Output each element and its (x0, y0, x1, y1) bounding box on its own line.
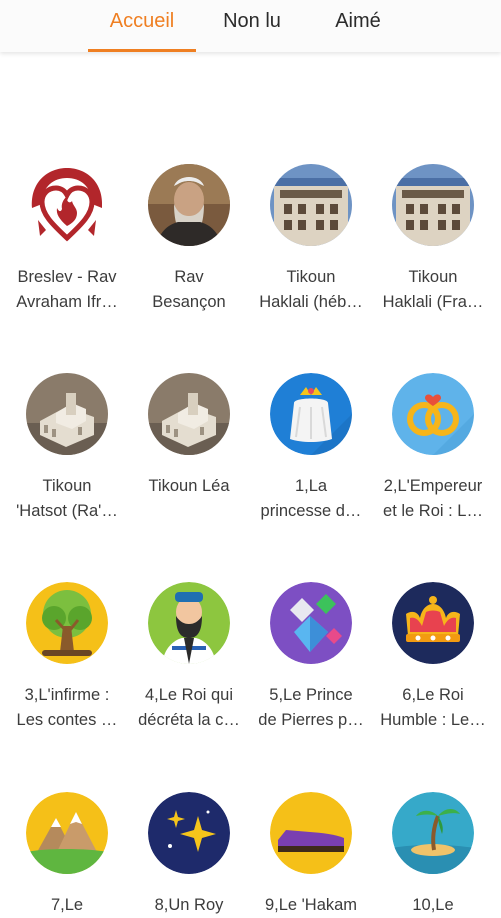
list-item[interactable]: 5,Le Prince de Pierres p… (250, 582, 372, 733)
item-label: 10,Le (412, 896, 454, 914)
building-photo-icon (270, 164, 352, 246)
list-item[interactable]: Breslev - Rav Avraham Ifr… (6, 164, 128, 315)
rav-portrait-icon (148, 164, 230, 246)
list-item[interactable]: 2,L'Empereur et le Roi : L… (372, 373, 494, 524)
item-label: Tikoun Haklali (héb… (259, 268, 363, 311)
breslev-logo-icon (26, 164, 108, 246)
crown-icon (392, 582, 474, 664)
list-item[interactable]: 3,L'infirme : Les contes … (6, 582, 128, 733)
item-label: Tikoun Haklali (Fra… (382, 268, 484, 311)
shoe-icon (270, 792, 352, 874)
list-item[interactable]: 4,Le Roi qui décréta la c… (128, 582, 250, 733)
mountains-icon (26, 792, 108, 874)
list-item[interactable]: 1,La princesse d… (250, 373, 372, 524)
building-photo-icon (392, 164, 474, 246)
item-grid: Breslev - Rav Avraham Ifr… Rav Besançon (0, 52, 501, 914)
list-item[interactable]: 7,Le (6, 792, 128, 918)
list-item[interactable]: Rav Besançon (128, 164, 250, 315)
list-item[interactable]: 6,Le Roi Humble : Le… (372, 582, 494, 733)
item-label: 6,Le Roi Humble : Le… (380, 686, 486, 729)
item-label: Breslev - Rav Avraham Ifr… (16, 268, 118, 311)
list-item[interactable]: 10,Le (372, 792, 494, 918)
item-label: Rav Besançon (152, 268, 226, 311)
item-label: 9,Le 'Hakam (264, 896, 358, 914)
item-label: Tikoun 'Hatsot (Ra'… (16, 477, 118, 520)
list-item[interactable]: 8,Un Roy (128, 792, 250, 918)
list-item[interactable]: Tikoun Haklali (héb… (250, 164, 372, 315)
list-item[interactable]: Tikoun Léa (128, 373, 250, 499)
temple-model-icon (26, 373, 108, 455)
stars-icon (148, 792, 230, 874)
item-label: 7,Le (50, 896, 84, 914)
item-label: 1,La princesse d… (260, 477, 362, 520)
item-label: 4,Le Roi qui décréta la c… (138, 686, 240, 729)
tab-aime[interactable]: Aimé (318, 0, 398, 52)
list-item[interactable]: Tikoun Haklali (Fra… (372, 164, 494, 315)
wedding-rings-icon (392, 373, 474, 455)
tree-icon (26, 582, 108, 664)
princess-veil-icon (270, 373, 352, 455)
item-label: 2,L'Empereur et le Roi : L… (383, 477, 483, 520)
tab-non-lu[interactable]: Non lu (206, 0, 298, 52)
list-item[interactable]: Tikoun 'Hatsot (Ra'… (6, 373, 128, 524)
item-label: 5,Le Prince de Pierres p… (258, 686, 364, 729)
item-label: Tikoun Léa (148, 477, 230, 495)
list-item[interactable]: 9,Le 'Hakam (250, 792, 372, 918)
item-label: 3,L'infirme : Les contes … (16, 686, 118, 729)
top-tab-bar: Accueil Non lu Aimé (0, 0, 501, 52)
rabbi-tallit-icon (148, 582, 230, 664)
gemstones-icon (270, 582, 352, 664)
item-label: 8,Un Roy (154, 896, 224, 914)
palm-island-icon (392, 792, 474, 874)
temple-model-icon (148, 373, 230, 455)
tab-accueil[interactable]: Accueil (88, 0, 196, 52)
